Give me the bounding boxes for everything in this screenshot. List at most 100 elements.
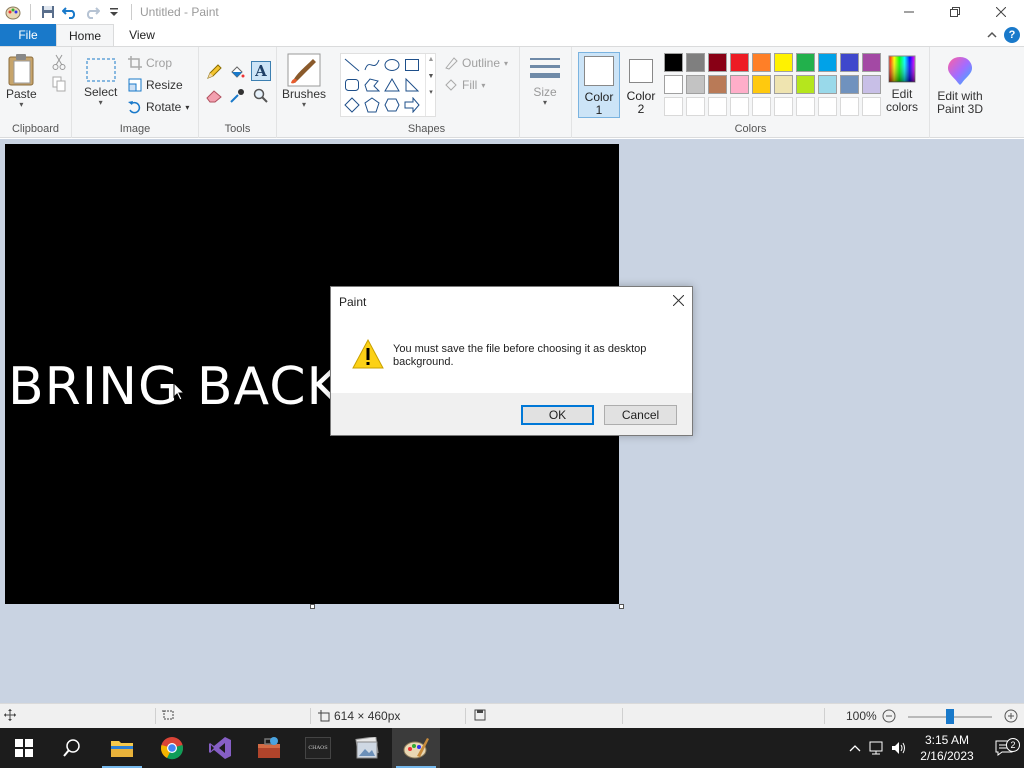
canvas-resize-handle-bottom[interactable] — [310, 604, 315, 609]
search-button[interactable] — [48, 728, 96, 768]
color-picker-icon[interactable] — [227, 86, 247, 106]
rounded-rectangle-shape-icon[interactable] — [343, 76, 361, 94]
eraser-icon[interactable] — [204, 86, 224, 106]
paste-button[interactable]: Paste ▾ — [6, 53, 37, 109]
palette-swatch[interactable] — [774, 53, 793, 72]
palette-swatch[interactable] — [840, 75, 859, 94]
palette-swatch[interactable] — [862, 75, 881, 94]
magnifier-icon[interactable] — [251, 86, 271, 106]
diamond-shape-icon[interactable] — [343, 96, 361, 114]
rectangle-shape-icon[interactable] — [403, 56, 421, 74]
palette-custom-slot[interactable] — [686, 97, 705, 116]
volume-button[interactable] — [888, 741, 910, 755]
show-hidden-icons-button[interactable] — [844, 744, 866, 752]
cut-icon[interactable] — [49, 52, 69, 72]
palette-swatch[interactable] — [730, 53, 749, 72]
text-tool-icon[interactable]: A — [251, 61, 271, 81]
palette-custom-slot[interactable] — [752, 97, 771, 116]
undo-icon[interactable] — [59, 1, 81, 23]
dialog-close-button[interactable] — [670, 292, 686, 308]
palette-swatch[interactable] — [730, 75, 749, 94]
palette-custom-slot[interactable] — [796, 97, 815, 116]
color-spectrum-icon — [888, 55, 916, 83]
ok-button[interactable]: OK — [521, 405, 594, 425]
start-button[interactable] — [0, 728, 48, 768]
chaos-taskbar-button[interactable]: CHAOS — [294, 728, 342, 768]
palette-swatch[interactable] — [664, 75, 683, 94]
oval-shape-icon[interactable] — [383, 56, 401, 74]
size-button[interactable]: Size ▾ — [528, 55, 562, 107]
action-center-button[interactable]: 2 — [984, 738, 1024, 756]
palette-swatch[interactable] — [796, 75, 815, 94]
polygon-shape-icon[interactable] — [363, 76, 381, 94]
palette-custom-slot[interactable] — [818, 97, 837, 116]
paint-taskbar-button[interactable] — [392, 728, 440, 768]
fill-bucket-icon[interactable] — [227, 62, 247, 82]
cancel-button[interactable]: Cancel — [604, 405, 677, 425]
palette-swatch[interactable] — [686, 53, 705, 72]
palette-swatch[interactable] — [708, 53, 727, 72]
pentagon-shape-icon[interactable] — [363, 96, 381, 114]
zoom-slider-thumb[interactable] — [946, 709, 954, 724]
triangle-shape-icon[interactable] — [383, 76, 401, 94]
zoom-in-button[interactable] — [1004, 709, 1018, 723]
redo-icon[interactable] — [81, 1, 103, 23]
outline-button[interactable]: Outline ▾ — [444, 53, 508, 73]
tab-file[interactable]: File — [0, 24, 56, 46]
maximize-button[interactable] — [932, 0, 978, 24]
rotate-button[interactable]: Rotate ▾ — [128, 97, 189, 117]
zoom-out-button[interactable] — [882, 709, 896, 723]
crop-button[interactable]: Crop — [128, 53, 172, 73]
customize-qat-icon[interactable] — [103, 1, 125, 23]
palette-swatch[interactable] — [752, 53, 771, 72]
color1-button[interactable]: Color 1 — [578, 52, 620, 118]
color2-button[interactable]: Color 2 — [622, 52, 660, 118]
palette-custom-slot[interactable] — [730, 97, 749, 116]
palette-swatch[interactable] — [840, 53, 859, 72]
clock[interactable]: 3:15 AM 2/16/2023 — [910, 732, 984, 764]
select-button[interactable]: Select ▾ — [84, 55, 117, 107]
copy-icon[interactable] — [49, 74, 69, 94]
palette-swatch[interactable] — [818, 53, 837, 72]
network-button[interactable] — [866, 741, 888, 755]
paint-app-icon[interactable] — [2, 1, 24, 23]
palette-custom-slot[interactable] — [774, 97, 793, 116]
canvas-resize-handle-corner[interactable] — [619, 604, 624, 609]
edit-with-paint3d-button[interactable]: Edit with Paint 3D — [934, 55, 986, 116]
palette-swatch[interactable] — [818, 75, 837, 94]
collapse-ribbon-icon[interactable] — [986, 29, 998, 41]
palette-custom-slot[interactable] — [664, 97, 683, 116]
close-button[interactable] — [978, 0, 1024, 24]
photos-taskbar-button[interactable] — [343, 728, 391, 768]
minimize-button[interactable] — [886, 0, 932, 24]
app-taskbar-button[interactable] — [245, 728, 293, 768]
right-arrow-shape-icon[interactable] — [403, 96, 421, 114]
help-icon[interactable]: ? — [1004, 27, 1020, 43]
right-triangle-shape-icon[interactable] — [403, 76, 421, 94]
hexagon-shape-icon[interactable] — [383, 96, 401, 114]
pencil-icon[interactable] — [204, 62, 224, 82]
palette-swatch[interactable] — [774, 75, 793, 94]
palette-custom-slot[interactable] — [862, 97, 881, 116]
palette-swatch[interactable] — [752, 75, 771, 94]
palette-swatch[interactable] — [796, 53, 815, 72]
save-icon[interactable] — [37, 1, 59, 23]
palette-swatch[interactable] — [708, 75, 727, 94]
chrome-taskbar-button[interactable] — [148, 728, 196, 768]
brushes-button[interactable]: Brushes ▾ — [282, 53, 326, 109]
edit-colors-button[interactable]: Edit colors — [886, 55, 918, 114]
fill-button[interactable]: Fill ▾ — [444, 75, 485, 95]
palette-custom-slot[interactable] — [840, 97, 859, 116]
file-explorer-taskbar-button[interactable] — [98, 728, 146, 768]
palette-custom-slot[interactable] — [708, 97, 727, 116]
palette-swatch[interactable] — [686, 75, 705, 94]
palette-swatch[interactable] — [862, 53, 881, 72]
resize-button[interactable]: Resize — [128, 75, 183, 95]
palette-swatch[interactable] — [664, 53, 683, 72]
tab-view[interactable]: View — [116, 24, 168, 46]
shapes-scrollbar[interactable]: ▲ ▼ ▾ — [425, 54, 436, 116]
curve-shape-icon[interactable] — [363, 56, 381, 74]
line-shape-icon[interactable] — [343, 56, 361, 74]
visual-studio-taskbar-button[interactable] — [196, 728, 244, 768]
tab-home[interactable]: Home — [56, 24, 114, 47]
